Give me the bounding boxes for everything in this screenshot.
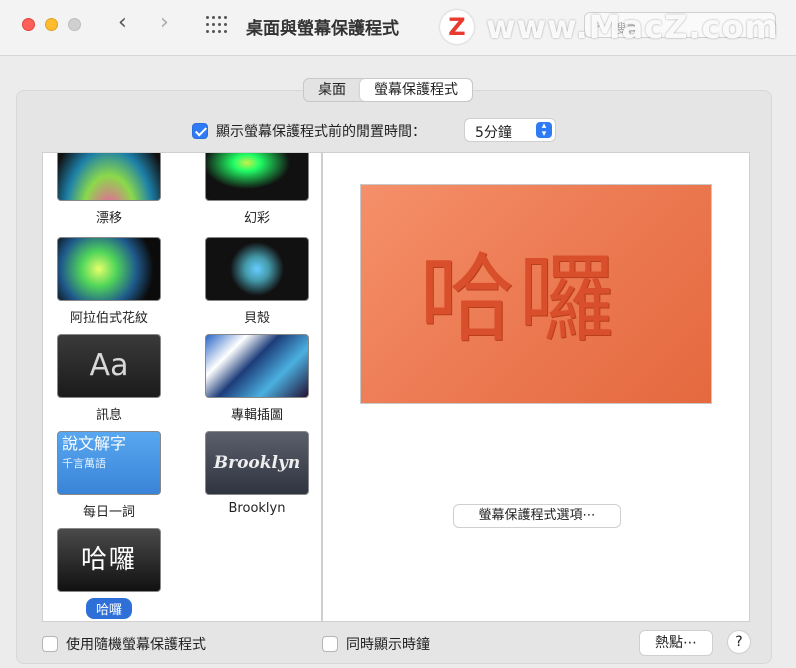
idle-time-row: 顯示螢幕保護程式前的閒置時間：: [192, 120, 426, 142]
hot-corners-button[interactable]: 熱點⋯: [639, 630, 713, 656]
show-clock-checkbox[interactable]: [322, 636, 338, 652]
tab-desktop[interactable]: 桌面: [304, 79, 360, 101]
flurry-thumbnail-icon: [205, 153, 309, 201]
saver-label: 漂移: [95, 211, 122, 226]
back-chevron-icon[interactable]: ‹: [118, 10, 127, 35]
show-clock-label: 同時顯示時鐘: [346, 637, 430, 653]
saver-label: 阿拉伯式花紋: [69, 311, 148, 326]
show-clock-row: 同時顯示時鐘: [322, 634, 430, 654]
saver-label: 專輯插圖: [230, 408, 283, 423]
saver-label-selected: 哈囉: [85, 598, 132, 619]
saver-label: 訊息: [95, 408, 122, 423]
minimize-window-button[interactable]: [45, 18, 58, 31]
window-title: 桌面與螢幕保護程式: [246, 19, 399, 39]
word-thumb-text: 說文解字: [62, 434, 127, 453]
saver-label: 幻彩: [243, 211, 270, 226]
saver-tile-message[interactable]: Aa 訊息: [57, 334, 161, 423]
screen-saver-list[interactable]: 漂移 幻彩 阿拉伯式花紋 貝殼 Aa 訊息 專輯插圖 說文解字 千言萬語 每日一…: [42, 152, 322, 622]
word-of-the-day-thumbnail-icon: 說文解字 千言萬語: [57, 431, 161, 495]
word-thumb-subtext: 千言萬語: [62, 457, 106, 470]
show-all-grid-icon[interactable]: [206, 16, 230, 34]
drift-thumbnail-icon: [57, 153, 161, 201]
watermark-logo: Z: [440, 10, 474, 44]
screen-saver-preview: 哈囉: [360, 184, 712, 404]
idle-time-checkbox[interactable]: [192, 123, 208, 139]
watermark: Z www.MacZ.com: [440, 6, 779, 48]
saver-label: 每日一詞: [82, 505, 135, 520]
message-thumbnail-icon: Aa: [57, 334, 161, 398]
saver-tile-arabesque[interactable]: 阿拉伯式花紋: [57, 237, 161, 326]
forward-chevron-icon[interactable]: ›: [160, 10, 169, 35]
idle-time-popup[interactable]: 5分鐘 ▴ ▾: [464, 118, 556, 142]
random-saver-label: 使用隨機螢幕保護程式: [66, 637, 206, 653]
random-saver-checkbox[interactable]: [42, 636, 58, 652]
saver-tile-flurry[interactable]: 幻彩: [205, 153, 309, 226]
close-window-button[interactable]: [22, 18, 35, 31]
help-button[interactable]: ?: [727, 630, 751, 654]
saver-tile-brooklyn[interactable]: Brooklyn Brooklyn: [205, 431, 309, 516]
arabesque-thumbnail-icon: [57, 237, 161, 301]
brooklyn-thumbnail-icon: Brooklyn: [205, 431, 309, 495]
saver-label: Brooklyn: [228, 501, 286, 516]
screen-saver-options-button[interactable]: 螢幕保護程式選項⋯: [453, 504, 621, 528]
tab-bar: 桌面 螢幕保護程式: [303, 78, 473, 102]
idle-time-value: 5分鐘: [475, 125, 512, 141]
album-artwork-thumbnail-icon: [205, 334, 309, 398]
saver-tile-hello[interactable]: 哈囉 哈囉: [57, 528, 161, 619]
random-saver-row: 使用隨機螢幕保護程式: [42, 634, 206, 654]
watermark-text: www.MacZ.com: [486, 8, 779, 46]
saver-tile-shell[interactable]: 貝殼: [205, 237, 309, 326]
preview-hello-text: 哈囉: [419, 243, 619, 355]
saver-label: 貝殼: [243, 311, 270, 326]
saver-tile-album-artwork[interactable]: 專輯插圖: [205, 334, 309, 423]
idle-time-label: 顯示螢幕保護程式前的閒置時間：: [216, 124, 426, 140]
saver-tile-drift[interactable]: 漂移: [57, 153, 161, 226]
popup-updown-icon: ▴ ▾: [536, 122, 552, 139]
tab-screen-saver[interactable]: 螢幕保護程式: [360, 79, 472, 101]
hello-thumbnail-icon: 哈囉: [57, 528, 161, 592]
title-bar: ‹ › 桌面與螢幕保護程式 ⌕ 搜尋 Z www.MacZ.com: [0, 0, 796, 56]
zoom-window-button[interactable]: [68, 18, 81, 31]
shell-thumbnail-icon: [205, 237, 309, 301]
saver-tile-word-of-the-day[interactable]: 說文解字 千言萬語 每日一詞: [57, 431, 161, 520]
